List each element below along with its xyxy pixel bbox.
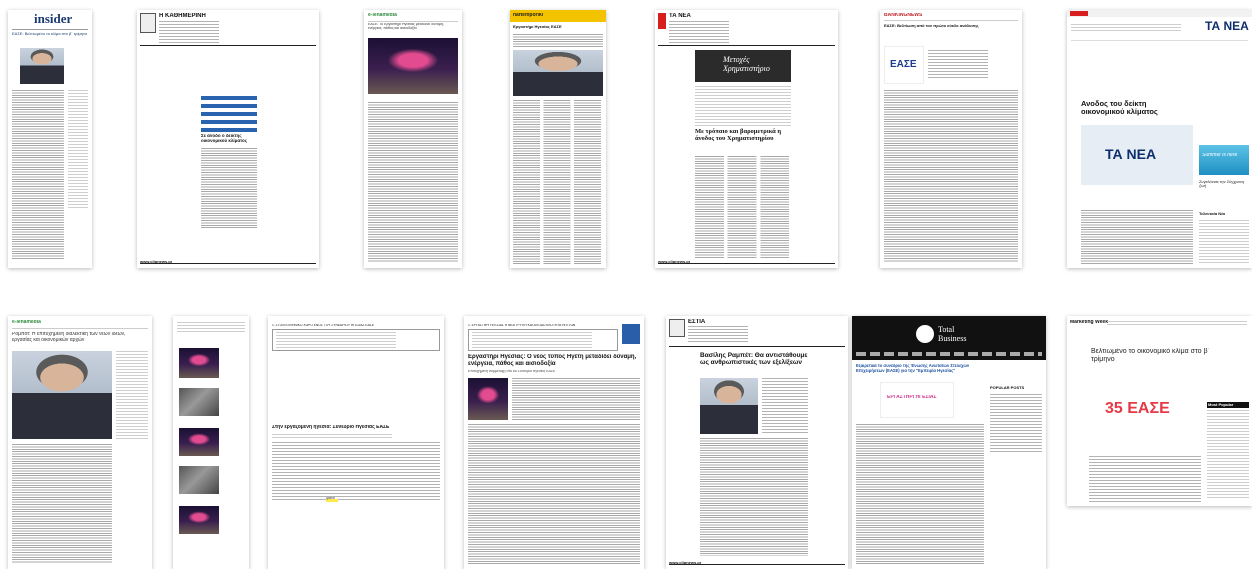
thumbnail-5[interactable]: ΤΑ ΝΕΑ Μετοχές Χρηματιστήριο Με τρόπαιο …: [655, 10, 838, 268]
headline: Εργαστήρι Ηγεσίας ΕΑΣΕ: [513, 25, 562, 29]
section-title: Μετοχές Χρηματιστήριο: [723, 56, 770, 73]
photo-event: [368, 38, 458, 94]
photo-5: [179, 506, 219, 534]
thumbnail-8[interactable]: e-lenamedia Ρομπότ: Η επιτυχημένη διαλεκ…: [8, 316, 152, 569]
thumbnail-11[interactable]: 1. ΕΡΓΑΣΤΗΡΙ ΗΓΕΣΙΑΣ Η ΝΕΑ ΤΡΥΠΗ ΚΑΙ ΑΠΟ…: [464, 316, 644, 569]
masthead: insider: [34, 12, 73, 26]
photo-man: [20, 48, 64, 84]
headline: Βελτιωμένο το οικονομικό κλίμα στο β΄ τρ…: [1091, 348, 1210, 363]
masthead: ΕΣΤΙΑ: [688, 319, 706, 325]
easa-logo-box: ΕΑΣΕ: [884, 46, 924, 84]
masthead: e-lenamedia: [12, 320, 41, 325]
thumbnail-9[interactable]: [173, 316, 249, 569]
easa-35-text: 35 ΕΑΣΕ: [1105, 400, 1170, 417]
footer-url: www.clipnews.gr: [669, 561, 702, 565]
source-line: 1. ΣΤΟΝ ΕΛΛΗΝΙΚΟ ΧΩΡΟ ΕΝΟΣ ΤΟΥ ΣΥΝΕΔΡΙΟΥ…: [272, 324, 375, 327]
masthead: Marketing Week: [1070, 320, 1108, 325]
event-logo-card: ΕΡΓΑΣΤΗΡΙ ΗΓΕΣΙΑΣ: [880, 382, 954, 418]
easa-35-logo: 35 ΕΑΣΕ: [1089, 382, 1201, 446]
thumbnail-2[interactable]: Η ΚΑΘΗΜΕΡΙΝΗ Σε άνοδο ο δείκτης οικονομι…: [137, 10, 319, 268]
headline: ΕΑΣΕ: Βελτιωμένο το κλίμα στο β΄ τρίμηνο: [12, 32, 88, 36]
photo-portrait: [700, 378, 758, 434]
ad-caption: Συγκλόνισε την Σύγχρονη ζωή: [1199, 180, 1245, 189]
thumbnail-12[interactable]: ΕΣΤΙΑ Βασίλης Ραμπέτ: Θα αντιστάθουμε ως…: [666, 316, 848, 569]
photo-4: [179, 466, 219, 494]
tb-logo-circle: [916, 325, 934, 343]
headline: Εξαιρετικά το συνέδριο της Ένωσης Ανώτατ…: [856, 364, 970, 373]
headline: Ανοδος του δείκτη οικονομικού κλίματος: [1081, 100, 1158, 117]
photo-3: [179, 428, 219, 456]
subheadline: Με τρόπαιο και βαρομετρικά η άνοδος του …: [695, 128, 782, 143]
thumbnail-4[interactable]: naftemporiki Εργαστήρι Ηγεσίας ΕΑΣΕ: [510, 10, 606, 268]
photo-2: [179, 388, 219, 416]
sidebar-title: Most Popular: [1207, 402, 1249, 409]
source-line: 1. ΕΡΓΑΣΤΗΡΙ ΗΓΕΣΙΑΣ Η ΝΕΑ ΤΡΥΠΗ ΚΑΙ ΑΠΟ…: [468, 324, 576, 327]
ad-text: Summer is here: [1202, 153, 1238, 158]
headline: Σε άνοδο ο δείκτης οικονομικού κλίματος: [201, 134, 248, 143]
photo-flag: [201, 96, 257, 132]
footer-url: www.clipnews.gr: [658, 260, 691, 264]
masthead: BANKINGNEWS: [884, 13, 923, 18]
headline: Εργαστήρι Ηγεσίας: Ο νέος τύπος Ηγέτη με…: [468, 354, 637, 367]
headline: Ρομπότ: Η επιτυχημένη διαλεκτική των νέω…: [12, 332, 126, 343]
masthead: ΤΑ ΝΕΑ: [669, 13, 691, 19]
headline: Βασίλης Ραμπέτ: Θα αντιστάθουμε ως ανθρω…: [700, 352, 808, 367]
photo-panel: [513, 50, 603, 96]
easa-logo: ΕΑΣΕ: [890, 59, 917, 70]
sidebar-title: POPULAR POSTS: [990, 386, 1025, 390]
thumbnail-13[interactable]: Total Business Εξαιρετικά το συνέδριο τη…: [852, 316, 1046, 569]
thumbnail-3[interactable]: e-lenamedia ΕΑΣΕ: Το Εργαστήρι Ηγεσίας μ…: [364, 10, 462, 268]
masthead: ΤΑ ΝΕΑ: [1205, 20, 1249, 33]
tanea-logo-card: ΤΑ ΝΕΑ: [1081, 125, 1193, 185]
photo-stage: [468, 378, 508, 420]
thumbnail-7[interactable]: ΤΑ ΝΕΑ Ανοδος του δείκτη οικονομικού κλί…: [1067, 10, 1252, 268]
masthead: Η ΚΑΘΗΜΕΡΙΝΗ: [159, 13, 206, 19]
subheadline: Επιτυχημένη συμμετοχή στο 6ο Συνέδριο Ηγ…: [468, 370, 556, 373]
thumbnail-10[interactable]: 1. ΣΤΟΝ ΕΛΛΗΝΙΚΟ ΧΩΡΟ ΕΝΟΣ ΤΟΥ ΣΥΝΕΔΡΙΟΥ…: [268, 316, 444, 569]
headline: ΕΑΣΕ: Βελτίωση από τον πρώτο κύκλο ανάλυ…: [884, 24, 979, 28]
thumbnail-1[interactable]: insider ΕΑΣΕ: Βελτιωμένο το κλίμα στο β΄…: [8, 10, 92, 268]
event-logo: ΕΡΓΑΣΤΗΡΙ ΗΓΕΣΙΑΣ: [887, 395, 937, 400]
footer-url: www.clipnews.gr: [140, 260, 173, 264]
tanea-logo: ΤΑ ΝΕΑ: [1105, 147, 1157, 162]
thumbnail-6[interactable]: BANKINGNEWS ΕΑΣΕ: Βελτίωση από τον πρώτο…: [880, 10, 1022, 268]
photo-speaker: [12, 351, 112, 439]
headline: ΕΑΣΕ: Το Εργαστήρι Ηγεσίας μεταδίδει δύν…: [368, 23, 444, 30]
headline: Στην εργαζόμενη ηγεσία: Συνέδριο Ηγεσίας…: [272, 425, 390, 430]
sidebar-title: Τελευταία Νέα: [1199, 212, 1226, 216]
masthead: Total Business: [938, 326, 967, 343]
ad-banner[interactable]: Summer is here: [1199, 145, 1249, 175]
photo-1: [179, 348, 219, 378]
highlight-text: Ιβάνο: [326, 497, 335, 500]
masthead: naftemporiki: [513, 13, 544, 18]
masthead: e-lenamedia: [368, 13, 397, 18]
thumbnail-14[interactable]: Marketing Week Βελτιωμένο το οικονομικό …: [1067, 316, 1252, 506]
